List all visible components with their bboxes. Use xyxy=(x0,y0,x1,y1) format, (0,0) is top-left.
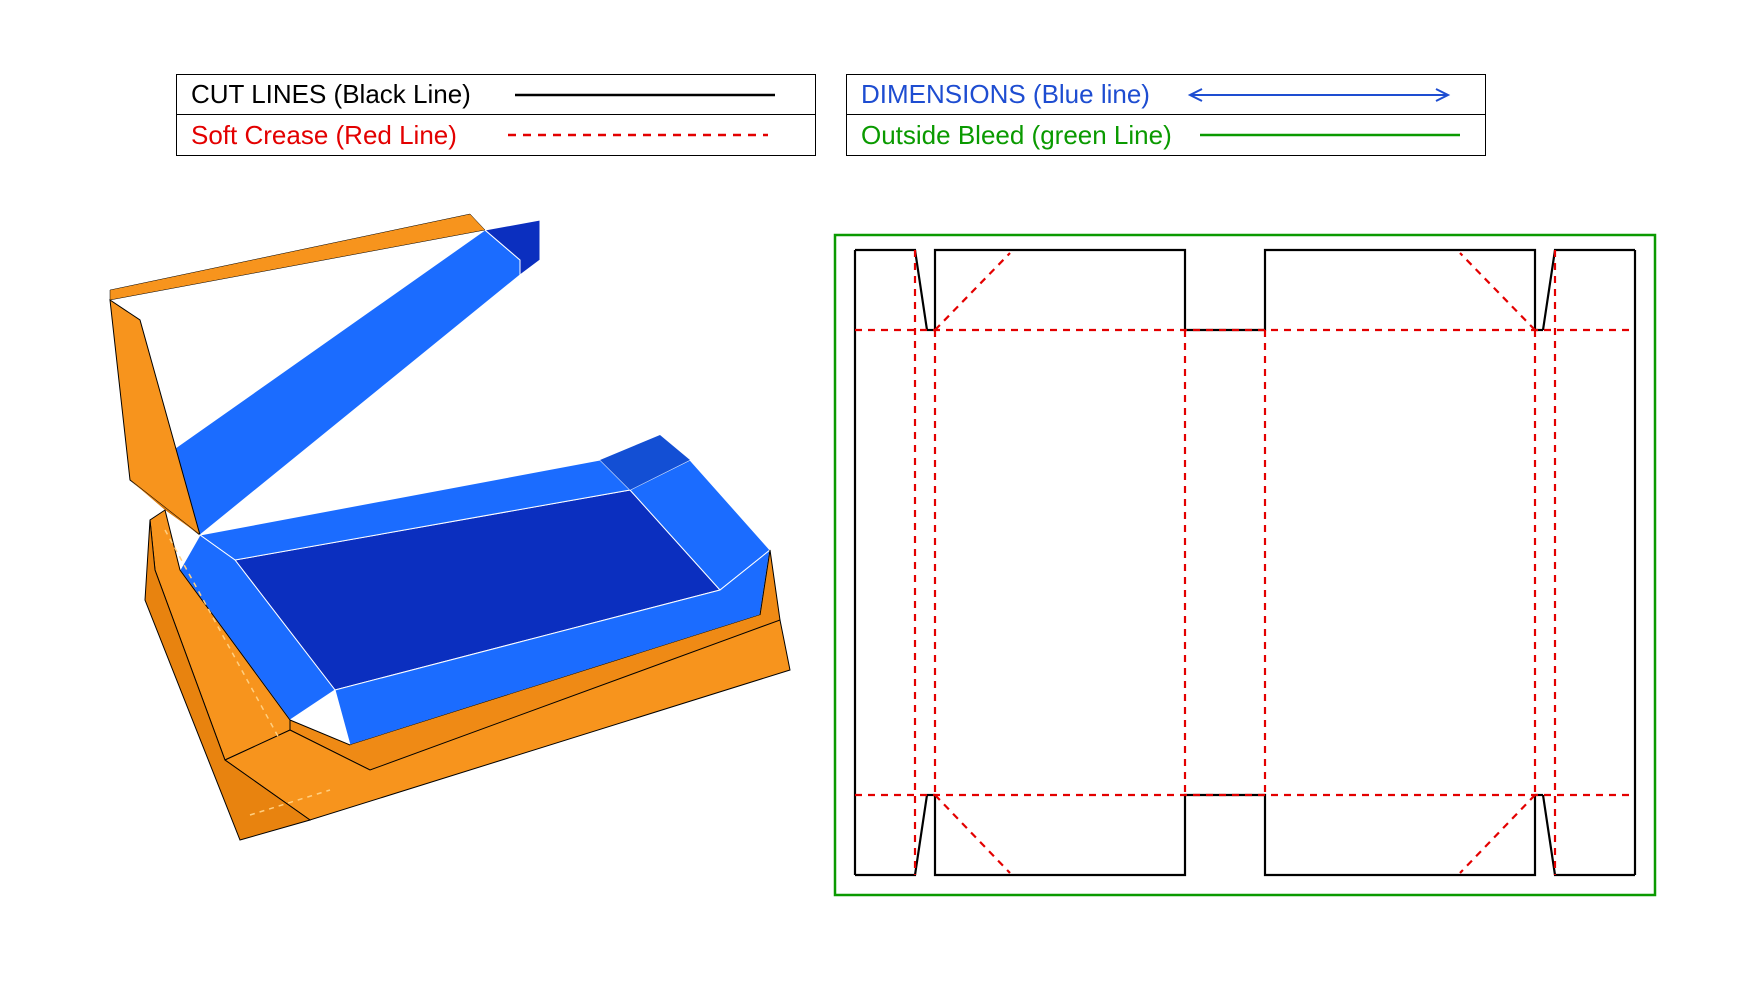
legend: CUT LINES (Black Line) Soft Crease (Red … xyxy=(176,74,1486,156)
legend-label: DIMENSIONS (Blue line) xyxy=(861,79,1150,110)
bleed-line-sample xyxy=(1190,132,1471,138)
legend-label: Soft Crease (Red Line) xyxy=(191,120,457,151)
crease-line-sample xyxy=(475,132,801,138)
legend-label: CUT LINES (Black Line) xyxy=(191,79,471,110)
diagram-area xyxy=(0,200,1742,980)
legend-right: DIMENSIONS (Blue line) Outside Bleed (gr… xyxy=(846,74,1486,156)
legend-label: Outside Bleed (green Line) xyxy=(861,120,1172,151)
legend-cut-lines: CUT LINES (Black Line) xyxy=(177,75,815,115)
dieline-template xyxy=(835,235,1655,895)
box-3d-mockup xyxy=(110,214,790,840)
legend-dimensions: DIMENSIONS (Blue line) xyxy=(847,75,1485,115)
legend-bleed: Outside Bleed (green Line) xyxy=(847,115,1485,155)
legend-left: CUT LINES (Black Line) Soft Crease (Red … xyxy=(176,74,816,156)
dimension-arrow-sample xyxy=(1168,88,1471,102)
cut-line-sample xyxy=(489,92,801,98)
legend-soft-crease: Soft Crease (Red Line) xyxy=(177,115,815,155)
